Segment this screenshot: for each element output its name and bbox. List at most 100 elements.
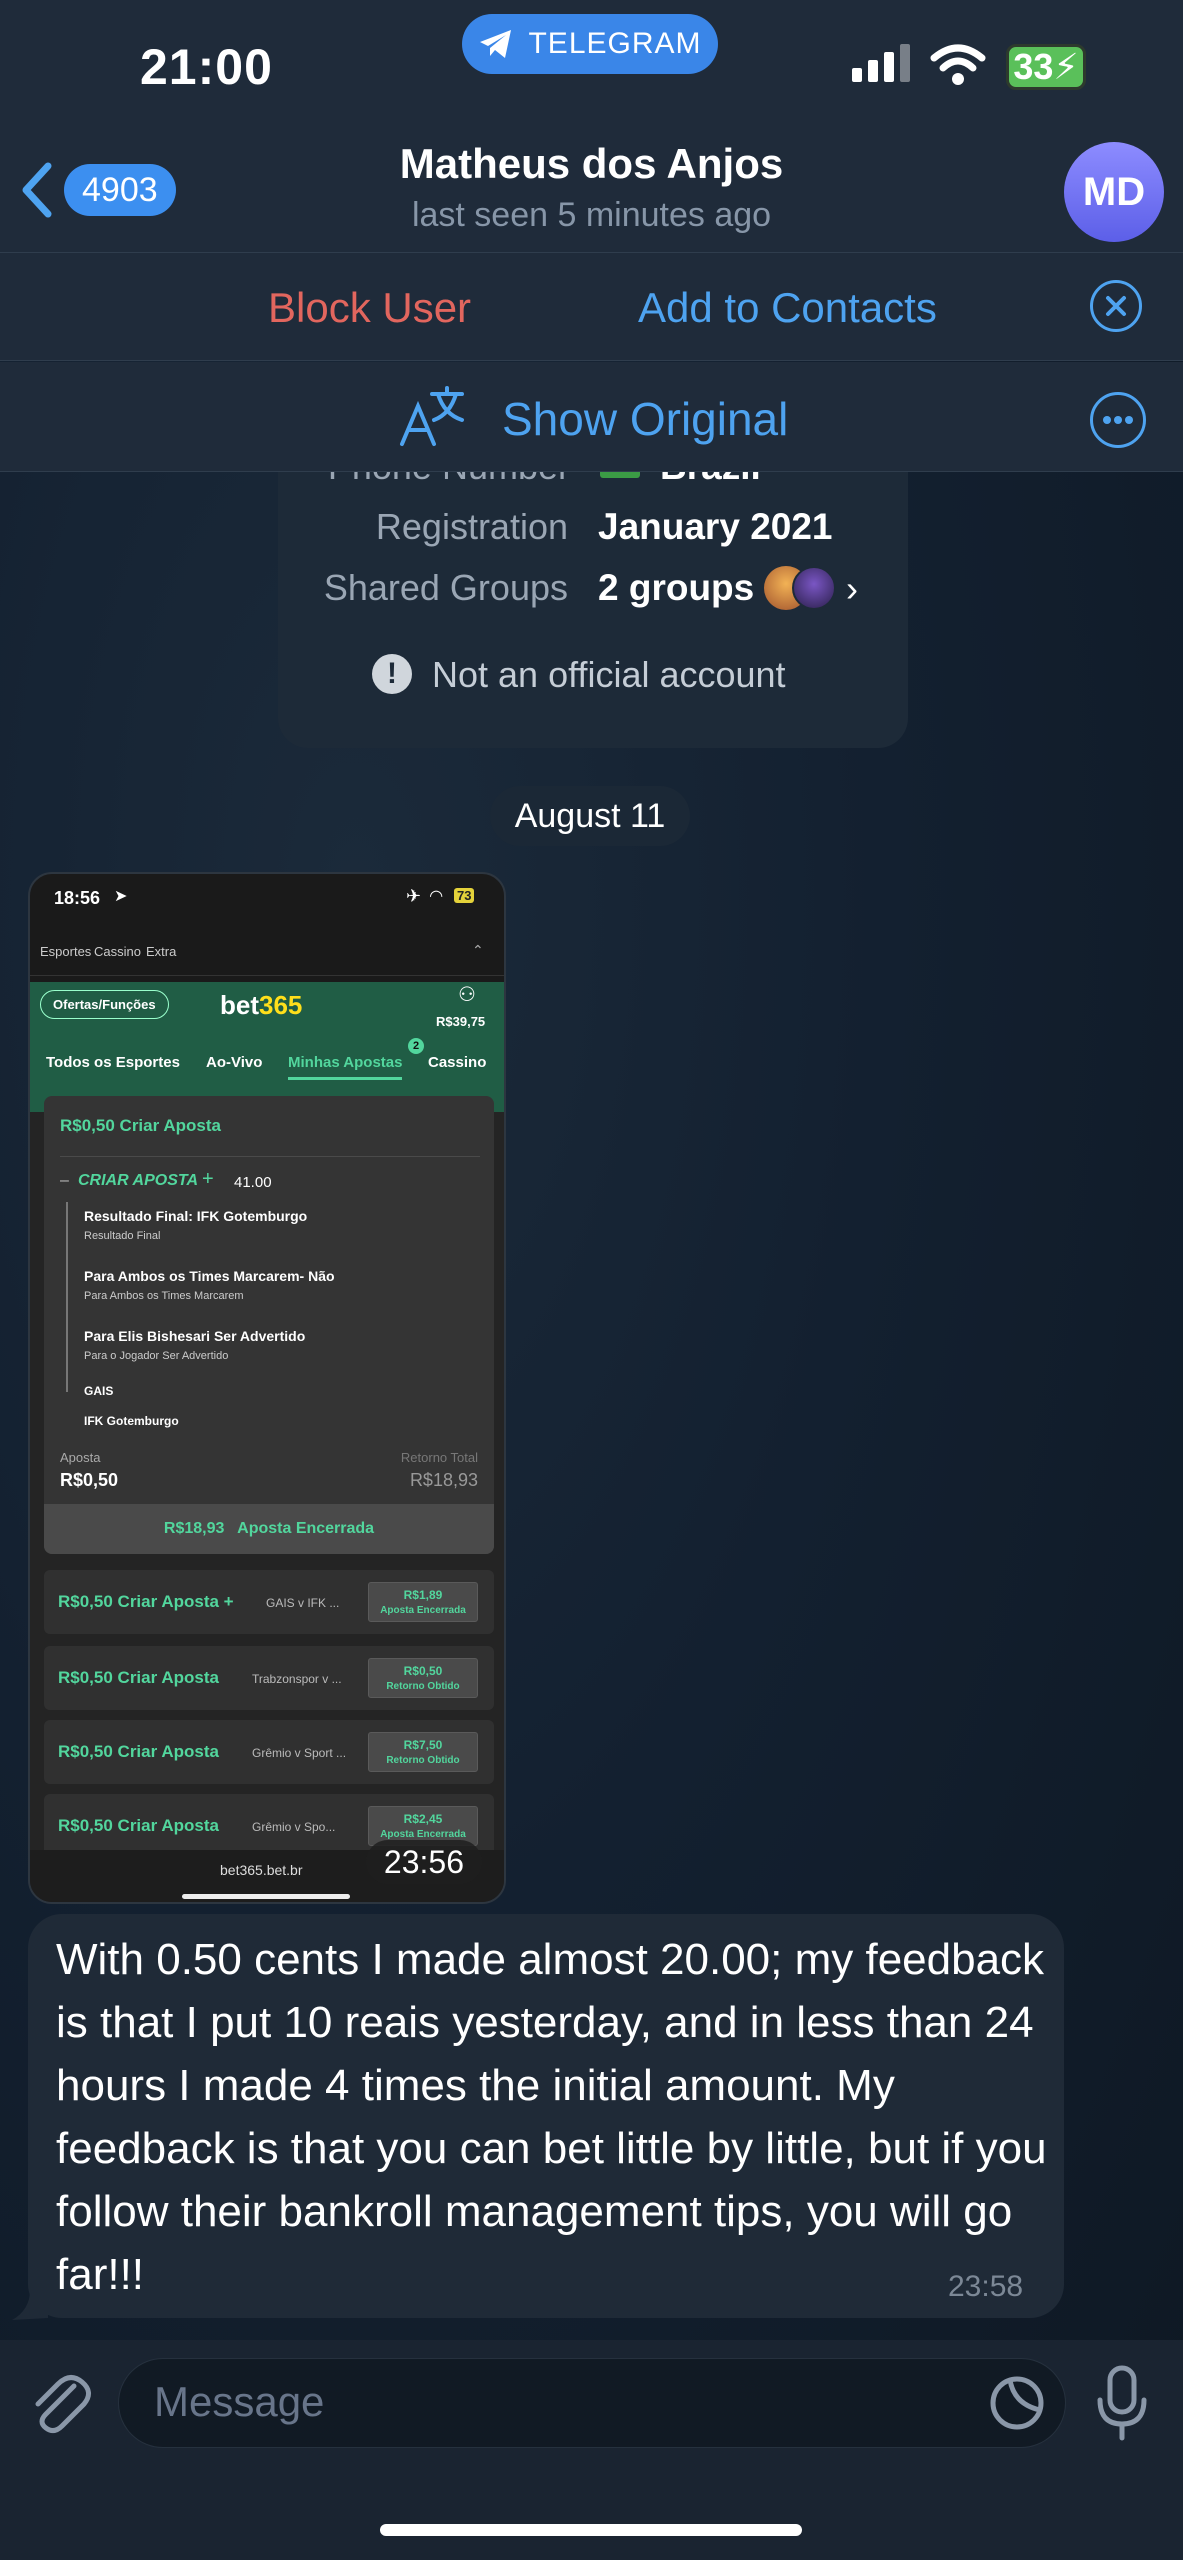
bet-row-1: R$0,50 Criar Aposta + GAIS v IFK ... R$1… [44, 1570, 494, 1634]
location-icon: ➤ [114, 888, 128, 905]
battery-indicator: 33 ⚡ [1006, 44, 1086, 90]
selection-3-title: Para Elis Bishesari Ser Advertido [84, 1328, 306, 1344]
status-time: 21:00 [140, 39, 273, 95]
image-message[interactable]: 18:56 ➤ ✈ ◠ 73 Esportes Cassino Extra ⌃ … [28, 872, 506, 1904]
official-notice: Not an official account [432, 654, 786, 695]
logo-bet: bet [220, 990, 259, 1020]
screenshot-wifi-icon: ◠ [430, 888, 443, 905]
bet-row-3-status: R$7,50 Retorno Obtido [368, 1732, 478, 1772]
telegram-icon [480, 30, 512, 58]
stake-value: R$0,50 [60, 1470, 119, 1490]
warning-icon: ! [372, 654, 412, 694]
selection-2-sub: Para Ambos os Times Marcarem [84, 1290, 244, 1302]
nav-extra: Extra [146, 944, 177, 959]
shared-groups-value[interactable]: 2 groups [598, 567, 754, 609]
bet-row-3-amount: R$7,50 [403, 1738, 443, 1752]
tab-ao-vivo: Ao-Vivo [206, 1054, 263, 1071]
bet-row-1-meta: GAIS v IFK ... [266, 1596, 340, 1610]
bet-row-1-status-text: Aposta Encerrada [380, 1605, 466, 1616]
telegram-pill[interactable]: TELEGRAM [462, 14, 718, 74]
close-icon[interactable] [1090, 280, 1142, 332]
bubble-tail [12, 2290, 48, 2320]
translate-icon[interactable] [398, 384, 468, 450]
add-to-contacts-button[interactable]: Add to Contacts [638, 284, 937, 332]
nav-cassino: Cassino [94, 944, 141, 959]
attach-icon[interactable] [28, 2370, 92, 2436]
sport-nav: Esportes Cassino Extra ⌃ [30, 932, 504, 976]
bet-card: R$0,50 Criar Aposta – CRIAR APOSTA + 41.… [44, 1096, 494, 1554]
nav-esportes: Esportes [40, 944, 92, 959]
bet-row-3-meta: Grêmio v Sport ... [252, 1746, 347, 1760]
chevron-right-icon[interactable]: › [846, 568, 858, 610]
registration-value: January 2021 [598, 506, 833, 547]
message-placeholder: Message [154, 2378, 325, 2425]
registration-label: Registration [375, 506, 568, 547]
block-user-button[interactable]: Block User [268, 284, 471, 332]
airplane-icon: ✈ [406, 886, 422, 906]
bet-card-title: R$0,50 Criar Aposta [60, 1116, 221, 1135]
team-1: GAIS [84, 1384, 114, 1398]
microphone-icon[interactable] [1094, 2364, 1150, 2444]
user-icon: ⚇ [458, 984, 476, 1006]
group-avatar-2 [792, 566, 836, 610]
message-text: With 0.50 cents I made almost 20.00; my … [56, 1935, 1047, 2299]
bet-row-4-amount: R$2,45 [403, 1812, 443, 1826]
selection-line [66, 1202, 68, 1392]
bet-row-4-label: R$0,50 Criar Aposta [58, 1816, 219, 1835]
avatar[interactable]: MD [1064, 142, 1164, 242]
more-options-icon[interactable] [1090, 392, 1146, 448]
image-timestamp: 23:56 [365, 1840, 482, 1884]
criar-aposta-label: CRIAR APOSTA [78, 1172, 198, 1189]
wifi-icon [930, 44, 986, 85]
bet-row-1-label: R$0,50 Criar Aposta + [58, 1592, 234, 1611]
selection-1-sub: Resultado Final [84, 1230, 161, 1242]
chevron-up-icon: ⌃ [472, 942, 484, 958]
bet-row-3-status-text: Retorno Obtido [386, 1755, 460, 1766]
screenshot-battery: 73 [454, 888, 475, 903]
team-2: IFK Gotemburgo [84, 1414, 179, 1428]
tab-todos: Todos os Esportes [46, 1054, 180, 1071]
shared-groups-label: Shared Groups [323, 567, 568, 608]
date-separator: August 11 [490, 786, 690, 846]
bet-row-2-meta: Trabzonspor v ... [252, 1672, 342, 1686]
offers-button: Ofertas/Funções [40, 990, 169, 1019]
browser-url: bet365.bet.br [220, 1862, 303, 1878]
stake-label: Aposta [60, 1450, 101, 1465]
screenshot-status-bar: 18:56 ➤ ✈ ◠ 73 [30, 874, 504, 924]
battery-level: 33 [1013, 46, 1054, 87]
bet-row-1-amount: R$1,89 [403, 1588, 443, 1602]
return-label: Retorno Total [400, 1450, 478, 1465]
balance: R$39,75 [436, 1014, 486, 1029]
screenshot-home-indicator [182, 1894, 350, 1899]
bet365-header: Ofertas/Funções bet365 ⚇ R$39,75 Todos o… [30, 982, 504, 1112]
chat-title[interactable]: Matheus dos Anjos [0, 140, 1183, 188]
card-divider [60, 1156, 480, 1157]
telegram-pill-label: TELEGRAM [528, 27, 702, 60]
bet-row-3-label: R$0,50 Criar Aposta [58, 1742, 219, 1761]
return-value: R$18,93 [409, 1470, 478, 1490]
message-time: 23:58 [948, 2270, 1024, 2303]
odds: 41.00 [234, 1174, 272, 1191]
collapse-icon: – [60, 1172, 69, 1189]
bet-row-2-amount: R$0,50 [403, 1664, 443, 1678]
selection-2-title: Para Ambos os Times Marcarem- Não [84, 1268, 335, 1284]
show-original-button[interactable]: Show Original [502, 392, 788, 446]
bet365-logo: bet365 [220, 990, 302, 1021]
bet-row-2-status-text: Retorno Obtido [386, 1681, 460, 1692]
bet-row-3: R$0,50 Criar Aposta Grêmio v Sport ... R… [44, 1720, 494, 1784]
screenshot-time: 18:56 [54, 888, 101, 908]
bet-row-2: R$0,50 Criar Aposta Trabzonspor v ... R$… [44, 1646, 494, 1710]
logo-365: 365 [259, 990, 303, 1020]
bet-row-4-meta: Grêmio v Spo... [252, 1820, 336, 1834]
selection-1-title: Resultado Final: IFK Gotemburgo [84, 1208, 308, 1224]
selection-3-sub: Para o Jogador Ser Advertido [84, 1350, 229, 1362]
home-indicator [380, 2524, 802, 2536]
tab-badge: 2 [408, 1038, 424, 1054]
bet-row-2-status: R$0,50 Retorno Obtido [368, 1658, 478, 1698]
tab-cassino: Cassino [428, 1054, 487, 1071]
tab-minhas-apostas: Minhas Apostas [288, 1054, 403, 1080]
plus-icon: + [202, 1168, 214, 1190]
sticker-icon[interactable] [988, 2374, 1046, 2432]
bet-row-2-label: R$0,50 Criar Aposta [58, 1668, 219, 1687]
last-seen-status: last seen 5 minutes ago [411, 196, 772, 234]
